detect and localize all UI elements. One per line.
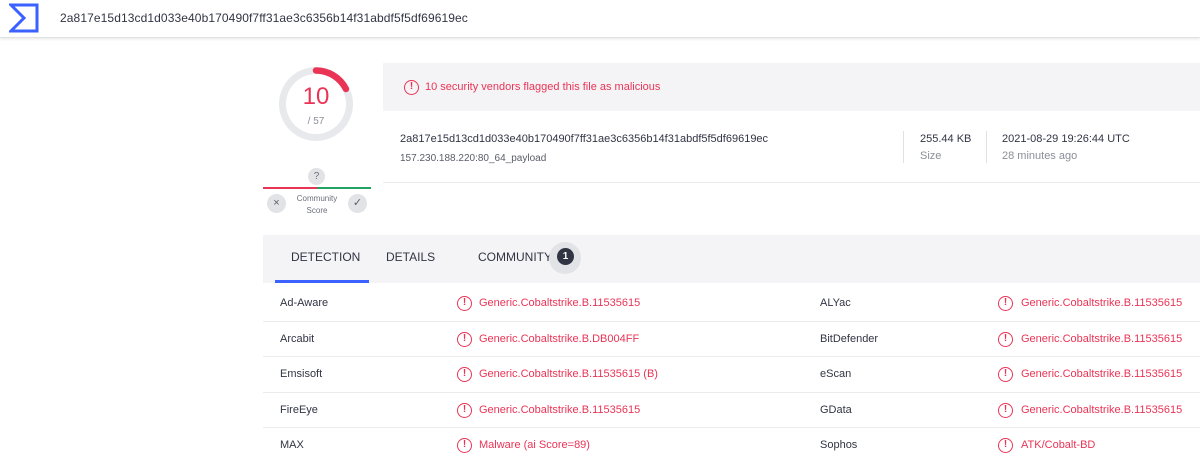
malicious-icon: ! <box>457 438 472 453</box>
malicious-alert: ! 10 security vendors flagged this file … <box>383 63 1200 111</box>
vendor-name: Sophos <box>820 439 858 451</box>
tab-details[interactable]: DETAILS <box>386 250 435 264</box>
divider <box>903 131 904 163</box>
alert-icon: ! <box>404 80 419 95</box>
table-row: MAX ! Malware (ai Score=89) Sophos ! ATK… <box>263 428 1200 463</box>
detection-result: Generic.Cobaltstrike.B.DB004FF <box>479 332 640 345</box>
vendor-name: GData <box>820 403 852 416</box>
vendor-name: FireEye <box>280 403 318 416</box>
community-score-label: Community Score <box>296 194 338 215</box>
divider <box>986 131 987 163</box>
table-row: Ad-Aware ! Generic.Cobaltstrike.B.115356… <box>263 286 1200 322</box>
detection-result: Generic.Cobaltstrike.B.11535615 <box>1021 368 1183 380</box>
vendor-name: eScan <box>820 368 852 380</box>
community-count-badge: 1 <box>557 248 574 265</box>
malicious-icon: ! <box>457 296 472 311</box>
table-row: Arcabit ! Generic.Cobaltstrike.B.DB004FF… <box>263 322 1200 357</box>
detection-result: Generic.Cobaltstrike.B.11535615 <box>1021 297 1183 309</box>
detection-count: 10 <box>302 83 330 110</box>
detection-result: Generic.Cobaltstrike.B.11535615 (B) <box>479 368 658 380</box>
file-info: 2a817e15d13cd1d033e40b170490f7ff31ae3c63… <box>383 111 1200 183</box>
detection-result: Generic.Cobaltstrike.B.11535615 <box>1021 403 1183 416</box>
vote-harmless-button[interactable]: ✓ <box>348 194 367 213</box>
malicious-icon: ! <box>998 367 1013 382</box>
top-bar: 2a817e15d13cd1d033e40b170490f7ff31ae3c63… <box>0 0 1200 38</box>
vendor-name: Emsisoft <box>280 368 323 380</box>
community-score-bar <box>263 187 371 189</box>
file-hash: 2a817e15d13cd1d033e40b170490f7ff31ae3c63… <box>400 133 769 145</box>
analysis-age: 28 minutes ago <box>1002 150 1078 162</box>
detection-result: ATK/Cobalt-BD <box>1021 439 1096 451</box>
table-row: FireEye ! Generic.Cobaltstrike.B.1153561… <box>263 393 1200 428</box>
analysis-date: 2021-08-29 19:26:44 UTC <box>1002 133 1130 145</box>
malicious-icon: ! <box>998 402 1013 418</box>
vote-malicious-button[interactable]: × <box>267 194 286 213</box>
vendor-name: MAX <box>280 439 304 451</box>
alert-text: 10 security vendors flagged this file as… <box>425 81 661 93</box>
malicious-icon: ! <box>998 331 1013 347</box>
detection-result: Malware (ai Score=89) <box>479 439 590 451</box>
malicious-icon: ! <box>998 296 1013 311</box>
vendor-name: ALYac <box>820 297 851 309</box>
search-input[interactable]: 2a817e15d13cd1d033e40b170490f7ff31ae3c63… <box>60 11 468 25</box>
malicious-icon: ! <box>457 331 472 347</box>
tab-detection[interactable]: DETECTION <box>291 250 360 264</box>
malicious-icon: ! <box>457 367 472 382</box>
question-icon[interactable]: ? <box>308 168 325 185</box>
active-tab-indicator <box>275 280 369 283</box>
tab-community[interactable]: COMMUNITY <box>478 250 552 264</box>
detection-table: Ad-Aware ! Generic.Cobaltstrike.B.115356… <box>263 286 1200 463</box>
detection-result: Generic.Cobaltstrike.B.11535615 <box>479 403 641 416</box>
malicious-icon: ! <box>998 438 1013 453</box>
table-row: Emsisoft ! Generic.Cobaltstrike.B.115356… <box>263 357 1200 393</box>
malicious-icon: ! <box>457 402 472 418</box>
vendor-name: Ad-Aware <box>280 297 329 309</box>
tabs-bar: DETECTION DETAILS COMMUNITY 1 <box>263 235 1200 283</box>
file-size-label: Size <box>920 150 942 162</box>
detection-result: Generic.Cobaltstrike.B.11535615 <box>479 297 641 309</box>
detection-total: / 57 <box>307 116 325 127</box>
vendor-name: BitDefender <box>820 332 879 345</box>
detection-result: Generic.Cobaltstrike.B.11535615 <box>1021 332 1183 345</box>
vendor-name: Arcabit <box>280 332 315 345</box>
file-size: 255.44 KB <box>920 133 972 145</box>
file-name: 157.230.188.220:80_64_payload <box>400 153 547 164</box>
detection-score-ring: 10 / 57 <box>275 63 357 145</box>
virustotal-logo-icon[interactable] <box>9 3 39 33</box>
